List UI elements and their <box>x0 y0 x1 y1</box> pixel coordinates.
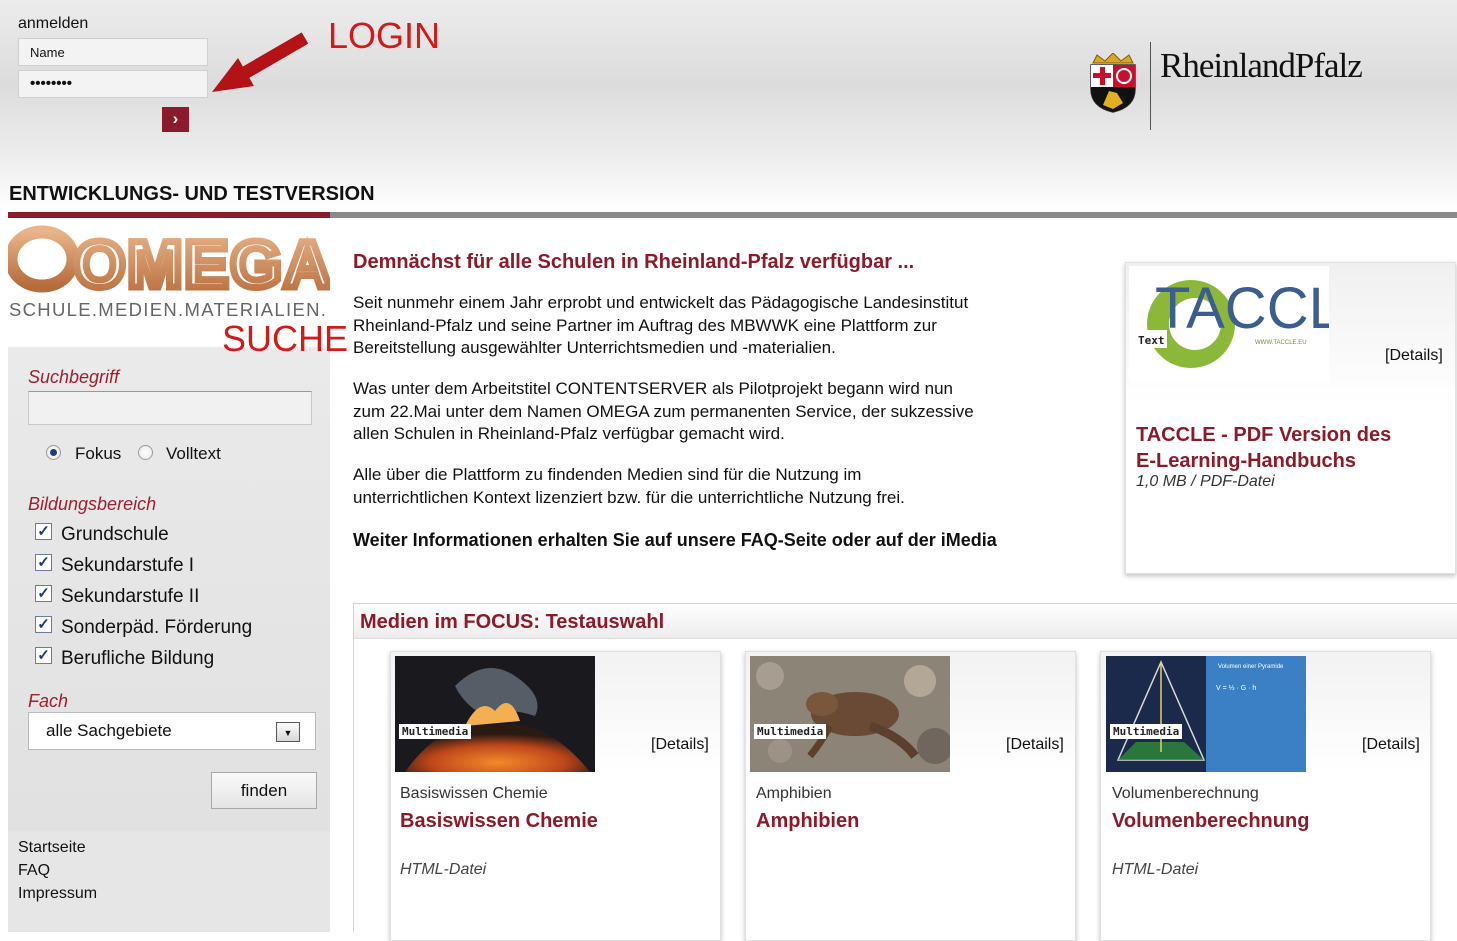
checkbox-sonderpaed[interactable]: ✓ <box>35 616 52 633</box>
featured-meta: 1,0 MB / PDF-Datei <box>1136 473 1275 490</box>
text-line: zum 22.Mai unter dem Namen OMEGA zum per… <box>353 401 974 421</box>
education-heading: Bildungsbereich <box>28 494 157 514</box>
title-line: E-Learning-Handbuchs <box>1136 450 1357 472</box>
thumb-formula: V = ⅓ · G · h <box>1216 685 1256 692</box>
media-type: HTML-Datei <box>1112 861 1199 878</box>
checkbox-sek2[interactable]: ✓ <box>35 585 52 602</box>
media-type: HTML-Datei <box>400 861 487 878</box>
login-annotation: LOGIN <box>328 15 441 56</box>
search-input[interactable] <box>28 391 312 425</box>
checkbox-sek1[interactable]: ✓ <box>35 554 52 571</box>
media-badge: Text <box>1138 334 1165 347</box>
taccle-url: WWW.TACCLE.EU <box>1255 340 1307 346</box>
check-icon: ✓ <box>37 616 50 633</box>
news-paragraph: Was unter dem Arbeitstitel CONTENTSERVER… <box>353 378 1113 446</box>
checkbox-label: Grundschule <box>61 524 169 545</box>
coat-of-arms-icon <box>1090 53 1136 113</box>
media-title[interactable]: Volumenberechnung <box>1112 810 1309 833</box>
checkbox-beruflich[interactable]: ✓ <box>35 647 52 664</box>
search-heading: Suchbegriff <box>28 367 120 387</box>
rule-divider <box>330 212 1457 218</box>
taccle-wordmark: TACCLE <box>1155 276 1329 341</box>
check-icon: ✓ <box>37 523 50 540</box>
media-badge: Multimedia <box>1110 724 1183 739</box>
title-line: TACCLE - PDF Version des <box>1136 424 1392 446</box>
check-icon: ✓ <box>37 647 50 664</box>
news-paragraph: Seit nunmehr einem Jahr erprobt und entw… <box>353 292 1113 360</box>
thumb-caption: Volumen einer Pyramide <box>1218 664 1284 670</box>
taccle-thumbnail[interactable]: TACCLE Text WWW.TACCLE.EU <box>1129 266 1329 382</box>
text-line: Was unter dem Arbeitstitel CONTENTSERVER… <box>353 379 953 398</box>
media-title[interactable]: Amphibien <box>756 810 859 833</box>
search-annotation: SUCHE <box>222 318 349 359</box>
media-category: Basiswissen Chemie <box>400 785 548 802</box>
text-line: Rheinland-Pfalz und seine Partner im Auf… <box>353 315 937 335</box>
featured-details-link[interactable]: [Details] <box>1385 347 1443 365</box>
featured-title[interactable]: TACCLE - PDF Version des E-Learning-Hand… <box>1136 422 1436 474</box>
details-link[interactable]: [Details] <box>1362 736 1420 754</box>
find-button[interactable]: finden <box>211 772 317 809</box>
radio-fulltext-label: Volltext <box>166 444 221 463</box>
radio-focus[interactable] <box>46 445 61 460</box>
subject-heading: Fach <box>28 691 69 711</box>
media-category: Amphibien <box>756 785 832 802</box>
subject-select-value: alle Sachgebiete <box>46 721 172 740</box>
focus-title: Medien im FOCUS: Testauswahl <box>360 611 665 633</box>
news-paragraph: Alle über die Plattform zu findenden Med… <box>353 464 1113 509</box>
checkbox-grundschule[interactable]: ✓ <box>35 523 52 540</box>
checkbox-label: Sekundarstufe I <box>61 555 195 576</box>
checkbox-label: Berufliche Bildung <box>61 648 215 669</box>
details-link[interactable]: [Details] <box>1006 736 1064 754</box>
media-badge: Multimedia <box>399 724 472 739</box>
news-title: Demnächst für alle Schulen in Rheinland-… <box>353 251 915 273</box>
media-thumbnail[interactable]: Multimedia <box>395 656 595 772</box>
frog-image <box>750 656 950 772</box>
details-link[interactable]: [Details] <box>651 736 709 754</box>
text-line: allen Schulen in Rheinland-Pfalz verfügb… <box>353 424 785 443</box>
media-thumbnail[interactable]: Multimedia <box>750 656 950 772</box>
version-banner: ENTWICKLUNGS- UND TESTVERSION <box>9 183 375 205</box>
text-line: Seit nunmehr einem Jahr erprobt und entw… <box>353 293 969 312</box>
text-line: Bereitstellung ausgewählter Unterrichtsm… <box>353 338 836 357</box>
chevron-down-icon[interactable]: ▼ <box>276 722 300 742</box>
nav-faq-link[interactable]: FAQ <box>18 862 50 880</box>
nav-imprint-link[interactable]: Impressum <box>18 885 97 903</box>
media-thumbnail[interactable]: Volumen einer Pyramide V = ⅓ · G · h Mul… <box>1106 656 1306 772</box>
text-line: Alle über die Plattform zu findenden Med… <box>353 465 862 484</box>
media-title[interactable]: Basiswissen Chemie <box>400 810 598 833</box>
radio-focus-label: Fokus <box>75 444 122 463</box>
pyramid-image: Volumen einer Pyramide V = ⅓ · G · h <box>1106 656 1306 772</box>
chemistry-image <box>395 656 595 772</box>
checkbox-label: Sonderpäd. Förderung <box>61 617 253 638</box>
rlp-wordmark: RheinlandPfalz <box>1160 46 1363 85</box>
login-arrow-icon <box>212 32 309 92</box>
radio-fulltext[interactable] <box>138 445 153 460</box>
nav-home-link[interactable]: Startseite <box>18 839 86 857</box>
media-category: Volumenberechnung <box>1112 785 1259 802</box>
media-badge: Multimedia <box>754 724 827 739</box>
brand-divider <box>1150 42 1151 130</box>
checkbox-label: Sekundarstufe II <box>61 586 200 607</box>
omega-logo[interactable]: OMEGA <box>8 225 330 297</box>
check-icon: ✓ <box>37 554 50 571</box>
check-icon: ✓ <box>37 585 50 602</box>
text-line: unterrichtlichen Kontext lizenziert bzw.… <box>353 487 905 507</box>
news-info-link[interactable]: Weiter Informationen erhalten Sie auf un… <box>353 529 1113 552</box>
omega-wordmark: OMEGA <box>74 227 330 297</box>
